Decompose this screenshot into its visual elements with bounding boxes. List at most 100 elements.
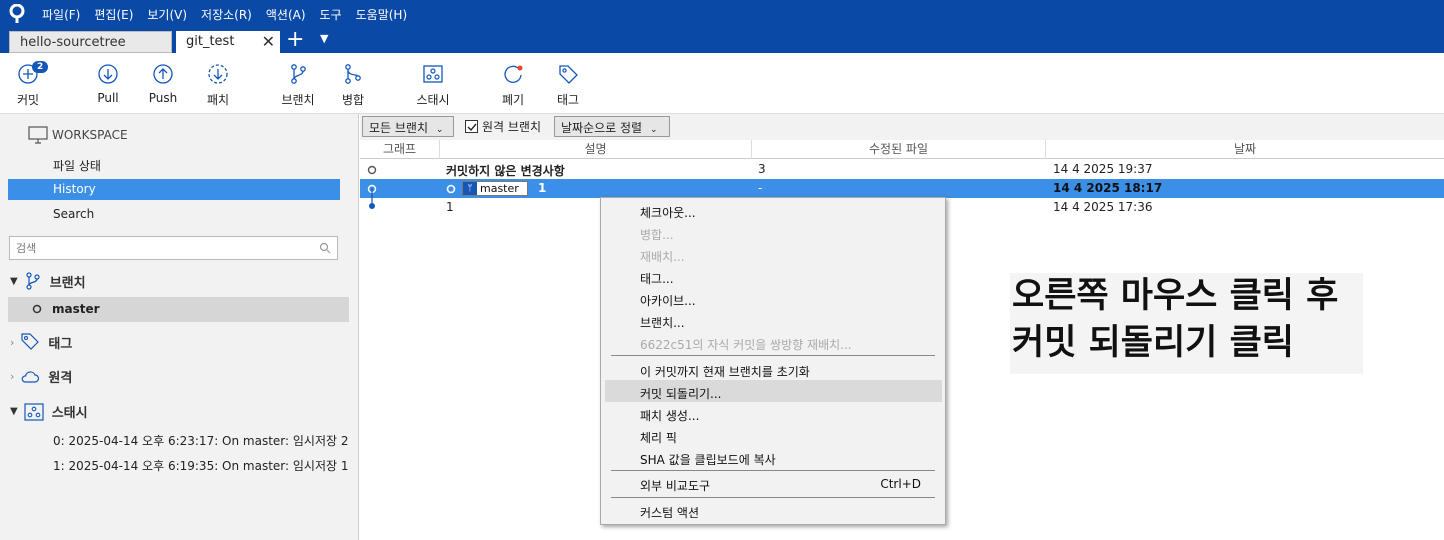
menu-divider (611, 355, 935, 356)
menu-tools[interactable]: 도구 (320, 6, 342, 23)
menu-repository[interactable]: 저장소(R) (201, 6, 252, 23)
commit-date: 14 4 2025 18:17 (1053, 181, 1163, 195)
menu-item-revert-commit[interactable]: 커밋 되돌리기... (640, 385, 722, 402)
external-diff-shortcut: Ctrl+D (880, 477, 921, 491)
menu-item-archive[interactable]: 아카이브... (640, 292, 696, 309)
menu-item-interactive-rebase: 6622c51의 자식 커밋을 쌍방향 재배치... (640, 338, 852, 352)
sidebar-item-history[interactable]: History (53, 182, 96, 196)
col-graph[interactable]: 그래프 (360, 140, 440, 159)
commit-button[interactable]: 커밋 (0, 63, 58, 108)
remotes-label: 원격 (48, 371, 73, 386)
menu-help[interactable]: 도움말(H) (356, 6, 408, 23)
sidebar: WORKSPACE 파일 상태 History Search 검색 ▼ 브랜치 … (0, 114, 359, 540)
remote-branches-checkbox[interactable] (465, 120, 478, 133)
menu-file[interactable]: 파일(F) (42, 6, 80, 23)
menu-item-copy-sha[interactable]: SHA 값을 클립보드에 복사 (640, 451, 776, 468)
menu-actions[interactable]: 액션(A) (266, 6, 306, 23)
commit-label: 커밋 (16, 93, 40, 107)
menu-view[interactable]: 보기(V) (147, 6, 187, 23)
commit-context-menu: 체크아웃... 병합... 재배치... 태그... 아카이브... 브랜치..… (600, 197, 946, 525)
monitor-icon (28, 126, 48, 144)
push-label: Push (148, 91, 178, 105)
menu-item-external-diff[interactable]: 외부 비교도구 (640, 477, 710, 494)
menu-item-rebase: 재배치... (640, 250, 685, 264)
table-row[interactable]: 커밋하지 않은 변경사항 3 14 4 2025 19:37 (360, 160, 1444, 179)
push-button[interactable]: Push (133, 63, 193, 105)
close-icon[interactable]: ✕ (262, 32, 275, 51)
tag-icon (21, 333, 40, 350)
annotation-line-1: 오른쪽 마우스 클릭 후 (1012, 276, 1339, 316)
chevron-down-icon: ⌄ (435, 125, 444, 135)
search-icon (319, 242, 331, 254)
commit-description: 커밋하지 않은 변경사항 (446, 164, 565, 178)
workspace-header: WORKSPACE (28, 126, 128, 144)
instruction-annotation: 오른쪽 마우스 클릭 후 커밋 되돌리기 클릭 (1010, 273, 1363, 374)
menu-item-create-patch[interactable]: 패치 생성... (640, 407, 699, 424)
remote-branches-label: 원격 브랜치 (482, 120, 542, 134)
sourcetree-logo-icon (0, 0, 34, 28)
sort-value: 날짜순으로 정렬 (561, 121, 643, 135)
chevron-down-icon[interactable]: ▼ (10, 276, 18, 287)
annotation-line-2: 커밋 되돌리기 클릭 (1012, 323, 1294, 363)
discard-button[interactable]: 폐기 (483, 63, 543, 108)
sidebar-section-stashes[interactable]: ▼ 스태시 (10, 402, 88, 421)
stash-item[interactable]: 1: 2025-04-14 오후 6:19:35: On master: 임시저… (53, 457, 349, 474)
add-tab-icon[interactable]: + (286, 28, 304, 52)
tab-git-test[interactable]: git_test ✕ (176, 31, 280, 53)
menu-divider (611, 497, 935, 498)
chevron-down-icon[interactable]: ▼ (10, 406, 18, 417)
col-date[interactable]: 날짜 (1046, 140, 1444, 159)
sort-select[interactable]: 날짜순으로 정렬 ⌄ (554, 116, 670, 137)
branch-button[interactable]: 브랜치 (268, 63, 328, 108)
remote-branches-toggle[interactable]: 원격 브랜치 (465, 118, 541, 135)
chevron-down-icon[interactable]: ▼ (320, 32, 328, 45)
stash-icon (423, 65, 443, 83)
sidebar-item-file-status[interactable]: 파일 상태 (53, 157, 101, 174)
branch-filter-value: 모든 브랜치 (369, 121, 429, 135)
menu-item-tag[interactable]: 태그... (640, 270, 674, 287)
col-modified-files[interactable]: 수정된 파일 (752, 140, 1046, 159)
branch-filter-select[interactable]: 모든 브랜치 ⌄ (362, 116, 454, 137)
tag-icon (559, 65, 578, 84)
graph-node-icon (367, 165, 377, 175)
sidebar-search-input[interactable]: 검색 (9, 236, 338, 260)
sidebar-section-remotes[interactable]: › 원격 (10, 367, 72, 386)
sidebar-section-branches[interactable]: ▼ 브랜치 (10, 271, 86, 291)
menu-item-branch[interactable]: 브랜치... (640, 314, 685, 331)
sidebar-item-search[interactable]: Search (53, 207, 94, 221)
merge-button[interactable]: 병합 (323, 63, 383, 108)
table-row-selected[interactable]: ᛘ master 1 - 14 4 2025 18:17 (360, 179, 1444, 198)
menu-item-reset-branch[interactable]: 이 커밋까지 현재 브랜치를 초기화 (640, 363, 810, 380)
branch-master[interactable]: master (32, 302, 100, 316)
fetch-label: 패치 (206, 93, 230, 107)
fetch-button[interactable]: 패치 (188, 63, 248, 108)
stash-label: 스태시 (416, 93, 450, 107)
menu-edit[interactable]: 편집(E) (94, 6, 133, 23)
stash-item[interactable]: 0: 2025-04-14 오후 6:23:17: On master: 임시저… (53, 432, 349, 449)
menu-bar: 파일(F) 편집(E) 보기(V) 저장소(R) 액션(A) 도구 도움말(H) (0, 0, 1444, 28)
branch-label-master[interactable]: ᛘ master (462, 181, 528, 196)
menu-item-checkout[interactable]: 체크아웃... (640, 204, 696, 221)
col-description[interactable]: 설명 (440, 140, 752, 159)
tag-button[interactable]: 태그 (538, 63, 598, 108)
commit-count-badge: 2 (32, 61, 49, 73)
merge-icon (345, 64, 361, 84)
discard-label: 폐기 (501, 93, 525, 107)
chevron-right-icon[interactable]: › (10, 370, 14, 383)
branch-name: master (480, 182, 519, 195)
head-indicator-icon (446, 184, 456, 194)
commit-table-header: 그래프 설명 수정된 파일 날짜 (360, 140, 1444, 159)
tab-hello-sourcetree[interactable]: hello-sourcetree (9, 31, 172, 53)
graph-line (369, 188, 375, 209)
pull-button[interactable]: Pull (78, 63, 138, 105)
sidebar-section-tags[interactable]: › 태그 (10, 332, 72, 352)
menu-item-custom-actions[interactable]: 커스텀 액션 (640, 504, 699, 521)
stash-button[interactable]: 스태시 (403, 63, 463, 108)
tag-label: 태그 (556, 93, 580, 107)
chevron-right-icon[interactable]: › (10, 336, 14, 349)
stashes-label: 스태시 (51, 406, 88, 421)
menu-item-merge: 병합... (640, 228, 674, 242)
arrow-down-circle-icon (98, 64, 118, 84)
menu-divider (611, 470, 935, 471)
menu-item-cherry-pick[interactable]: 체리 픽 (640, 429, 677, 446)
